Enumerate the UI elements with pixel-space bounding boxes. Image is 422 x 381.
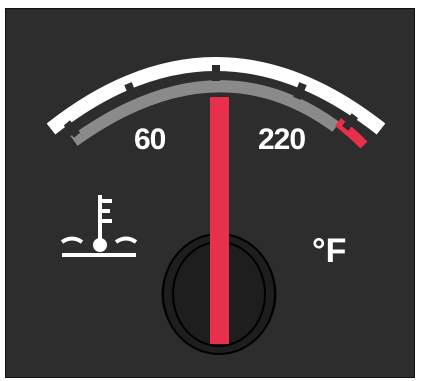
gauge-face: 60 220 °F <box>6 9 414 377</box>
gauge-tick-label-60: 60 <box>134 123 166 156</box>
gauge-needle <box>210 97 229 344</box>
gauge-tick-label-220: 220 <box>258 123 305 156</box>
gauge-tick <box>212 65 220 81</box>
gauge-unit-label: °F <box>312 232 346 270</box>
temperature-gauge: 60 220 °F <box>5 8 415 378</box>
